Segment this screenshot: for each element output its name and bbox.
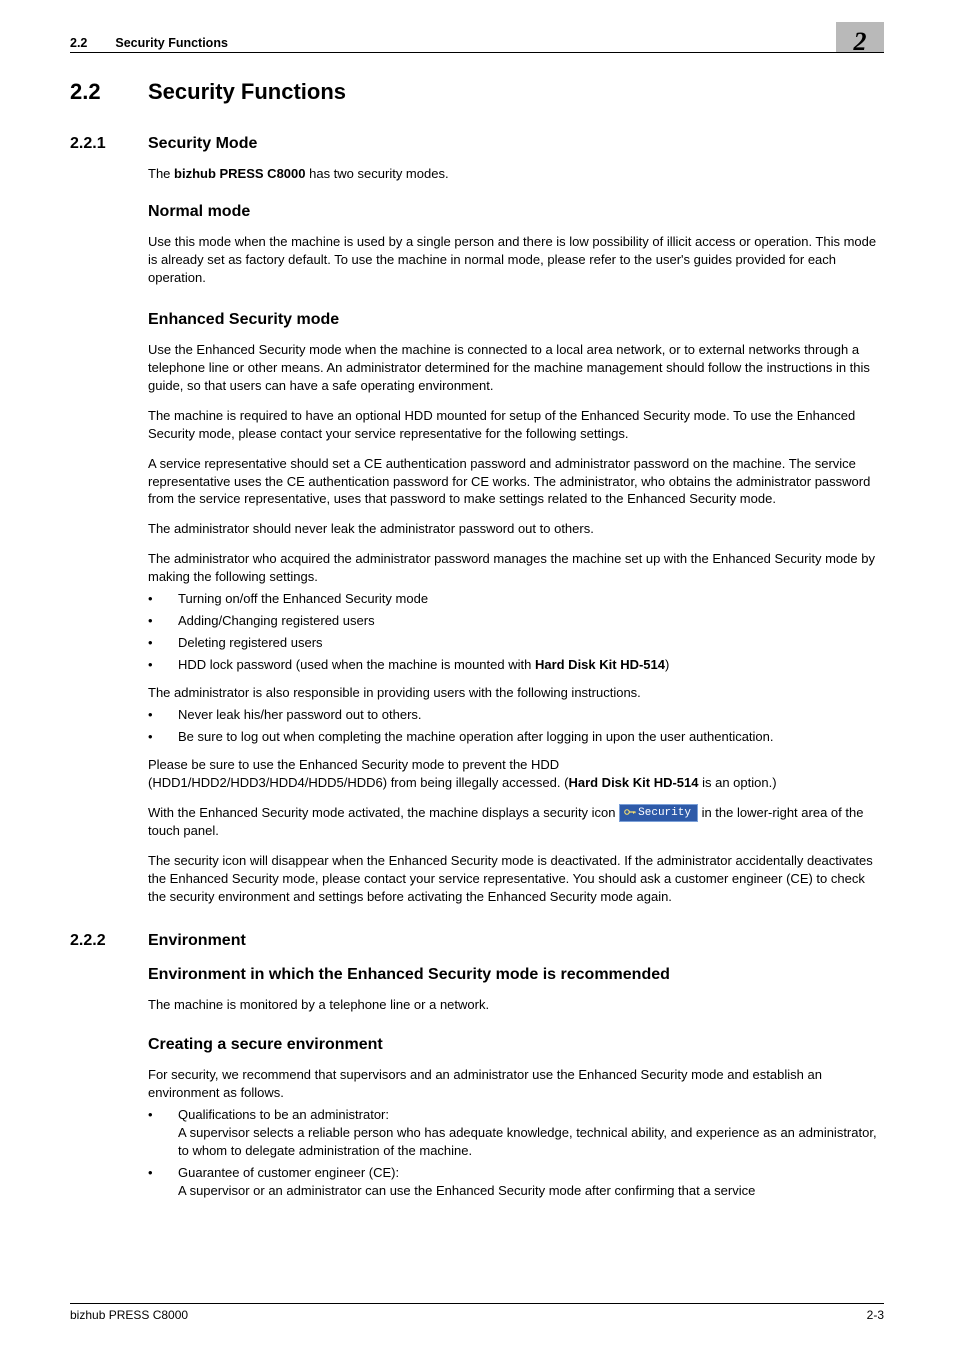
enhanced-p9: The security icon will disappear when th…: [148, 852, 884, 906]
section-2-2-2-body: Environment in which the Enhanced Securi…: [148, 964, 884, 1200]
chapter-number: 2: [854, 27, 867, 56]
admin-settings-list: Turning on/off the Enhanced Security mod…: [148, 590, 884, 674]
b1-head: Qualifications to be an administrator:: [178, 1107, 389, 1122]
enhanced-p1: Use the Enhanced Security mode when the …: [148, 341, 884, 395]
list-item: Deleting registered users: [148, 634, 884, 652]
heading-2-2: 2.2 Security Functions: [70, 79, 884, 105]
list-item: Never leak his/her password out to other…: [148, 706, 884, 724]
list-item: Guarantee of customer engineer (CE): A s…: [148, 1164, 884, 1200]
intro-post: has two security modes.: [306, 166, 449, 181]
enhanced-p2: The machine is required to have an optio…: [148, 407, 884, 443]
footer-right: 2-3: [867, 1308, 884, 1322]
page-footer: bizhub PRESS C8000 2-3: [70, 1303, 884, 1322]
security-icon-label: Security: [638, 807, 691, 819]
p8-pre: With the Enhanced Security mode activate…: [148, 805, 619, 820]
p7-line1: Please be sure to use the Enhanced Secur…: [148, 757, 559, 772]
heading-normal-mode: Normal mode: [148, 201, 884, 223]
heading-2-2-1-title: Security Mode: [148, 135, 257, 153]
create-secure-p1: For security, we recommend that supervis…: [148, 1066, 884, 1102]
section-2-2-1-body: The bizhub PRESS C8000 has two security …: [148, 165, 884, 906]
b2-head: Guarantee of customer engineer (CE):: [178, 1165, 399, 1180]
user-instructions-list: Never leak his/her password out to other…: [148, 706, 884, 746]
footer-left: bizhub PRESS C8000: [70, 1308, 188, 1322]
enhanced-p7: Please be sure to use the Enhanced Secur…: [148, 756, 884, 792]
p7-line2-post: is an option.): [699, 775, 777, 790]
enhanced-p8: With the Enhanced Security mode activate…: [148, 804, 884, 841]
list-item: HDD lock password (used when the machine…: [148, 656, 884, 674]
running-header-title: Security Functions: [115, 36, 228, 50]
running-header: 2.2 Security Functions: [70, 36, 884, 53]
running-header-number: 2.2: [70, 36, 87, 50]
p7-line2-pre: (HDD1/HDD2/HDD3/HDD4/HDD5/HDD6) from bei…: [148, 775, 568, 790]
bullet4-bold: Hard Disk Kit HD-514: [535, 657, 665, 672]
b2-body: A supervisor or an administrator can use…: [178, 1182, 884, 1200]
content: 2.2 Security Functions 2.2.1 Security Mo…: [70, 53, 884, 1200]
heading-2-2-1-number: 2.2.1: [70, 135, 148, 153]
enhanced-p6: The administrator is also responsible in…: [148, 684, 884, 702]
list-item: Turning on/off the Enhanced Security mod…: [148, 590, 884, 608]
p7-line2-bold: Hard Disk Kit HD-514: [568, 775, 698, 790]
list-item: Qualifications to be an administrator: A…: [148, 1106, 884, 1160]
heading-2-2-2: 2.2.2 Environment: [70, 932, 884, 950]
intro-bold: bizhub PRESS C8000: [174, 166, 305, 181]
create-secure-list: Qualifications to be an administrator: A…: [148, 1106, 884, 1200]
page: 2.2Security Functions 2 2.2 Security Fun…: [0, 0, 954, 1350]
env-recommended-p1: The machine is monitored by a telephone …: [148, 996, 884, 1014]
b1-body: A supervisor selects a reliable person w…: [178, 1124, 884, 1160]
security-icon: Security: [619, 804, 698, 822]
intro-paragraph: The bizhub PRESS C8000 has two security …: [148, 165, 884, 183]
enhanced-p3: A service representative should set a CE…: [148, 455, 884, 509]
heading-create-secure-env: Creating a secure environment: [148, 1034, 884, 1056]
running-header-left: 2.2 Security Functions: [70, 36, 228, 50]
heading-2-2-2-title: Environment: [148, 932, 246, 950]
heading-2-2-1: 2.2.1 Security Mode: [70, 135, 884, 153]
heading-2-2-2-number: 2.2.2: [70, 932, 148, 950]
bullet4-pre: HDD lock password (used when the machine…: [178, 657, 535, 672]
bullet4-post: ): [665, 657, 669, 672]
key-icon: [624, 807, 636, 817]
list-item: Adding/Changing registered users: [148, 612, 884, 630]
normal-mode-paragraph: Use this mode when the machine is used b…: [148, 233, 884, 287]
chapter-tab: 2: [836, 22, 884, 52]
enhanced-p5: The administrator who acquired the admin…: [148, 550, 884, 586]
heading-2-2-title: Security Functions: [148, 79, 346, 105]
heading-2-2-number: 2.2: [70, 79, 148, 105]
intro-pre: The: [148, 166, 174, 181]
heading-enhanced-security-mode: Enhanced Security mode: [148, 309, 884, 331]
enhanced-p4: The administrator should never leak the …: [148, 520, 884, 538]
list-item: Be sure to log out when completing the m…: [148, 728, 884, 746]
heading-env-recommended: Environment in which the Enhanced Securi…: [148, 964, 884, 986]
